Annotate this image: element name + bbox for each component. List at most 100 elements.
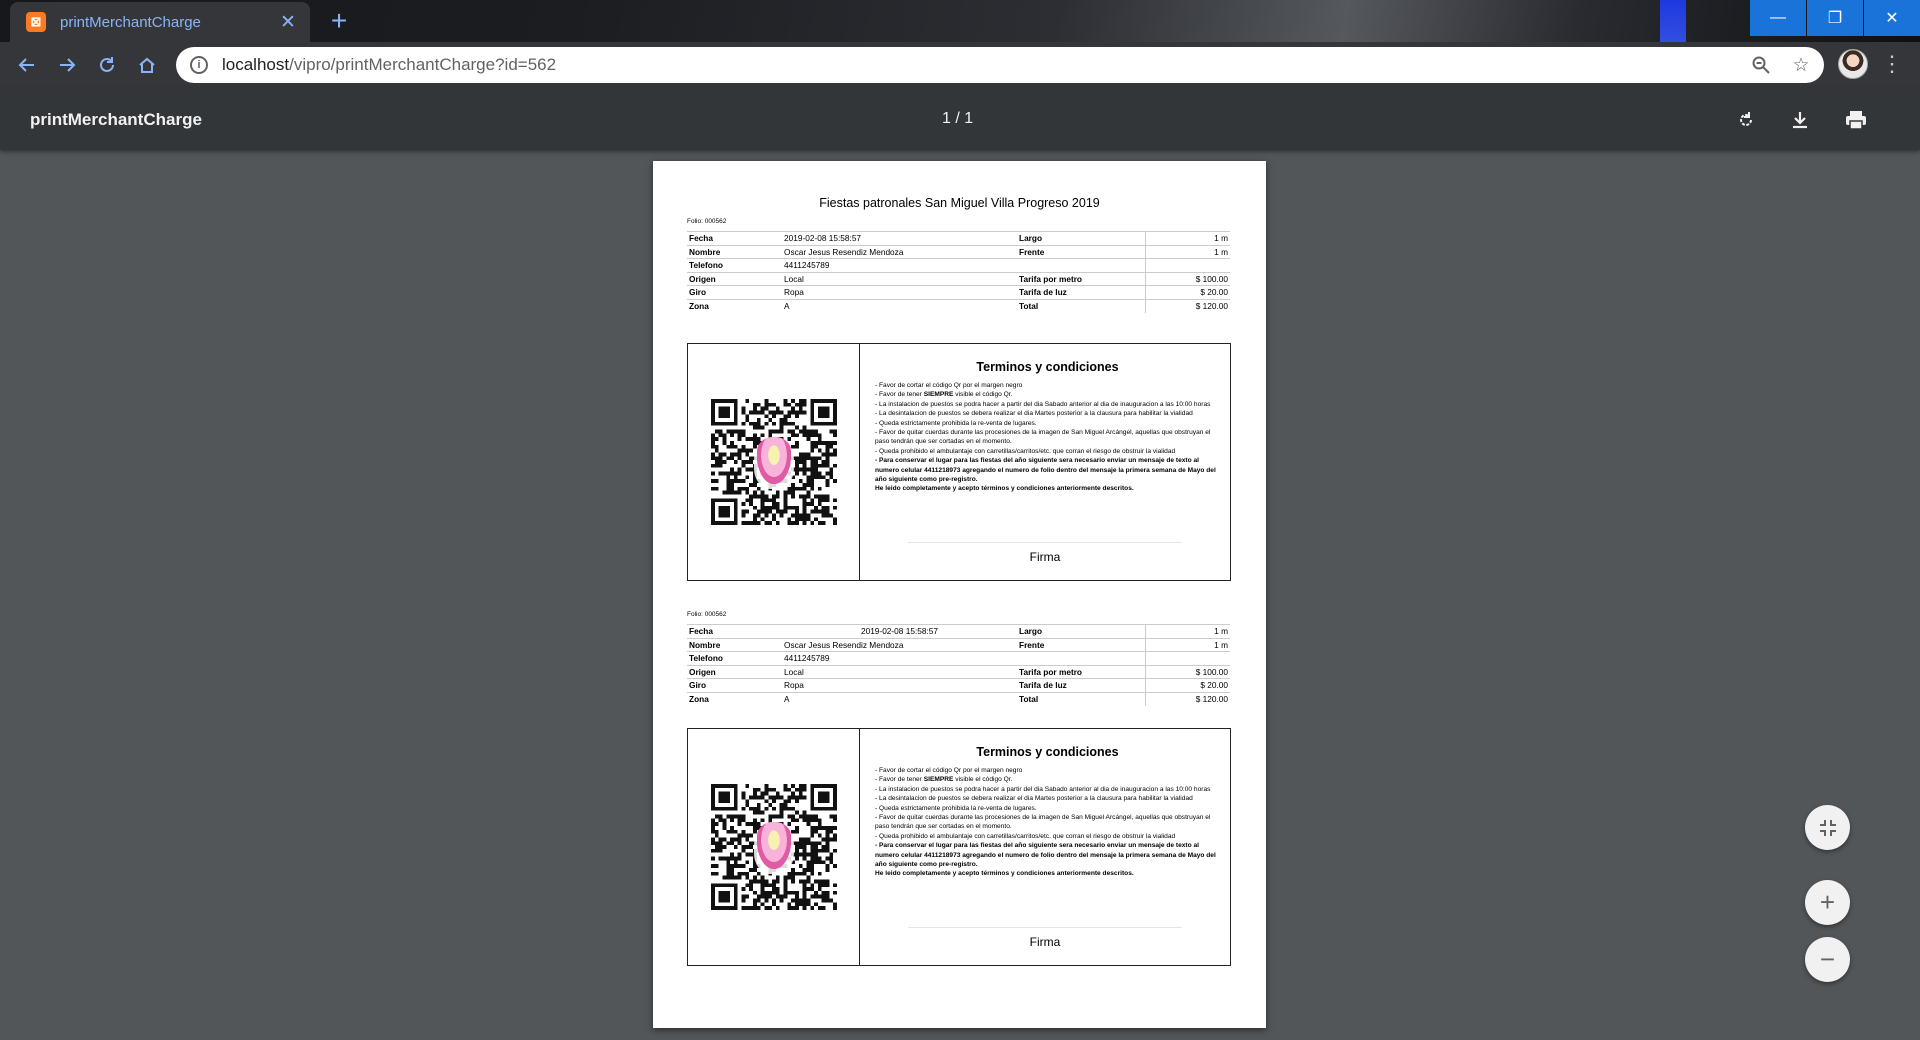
qr-logo-image xyxy=(753,437,794,489)
browser-tab[interactable]: ⊠ printMerchantCharge ✕ xyxy=(10,2,310,42)
row-label: Origen xyxy=(687,271,782,286)
terms-title: Terminos y condiciones xyxy=(976,360,1119,374)
terms-line: - Favor de tener SIEMPRE visible el códi… xyxy=(875,775,1220,784)
restore-icon[interactable]: ❐ xyxy=(1807,0,1863,36)
table-row: Origen Local Tarifa por metro $ 100.00 xyxy=(687,271,1230,286)
terms-emphasis: SIEMPRE xyxy=(923,391,954,399)
row-value: 4411245789 xyxy=(782,258,1017,272)
terms-line: - La desintalacion de puestos se debera … xyxy=(875,795,1193,803)
table-row: Telefono 4411245789 xyxy=(687,258,1230,272)
row-label-2: Total xyxy=(1017,298,1145,313)
profile-avatar[interactable] xyxy=(1838,49,1868,79)
terms-title: Terminos y condiciones xyxy=(976,745,1119,759)
table-row: Fecha 2019-02-08 15:58:57 Largo 1 m xyxy=(687,624,1230,638)
row-label: Zona xyxy=(687,691,782,706)
terms-list: - Favor de cortar el código Qr por el ma… xyxy=(875,381,1220,494)
signature-line xyxy=(908,927,1182,928)
home-icon[interactable] xyxy=(132,50,162,80)
terms-line: - Favor de tener SIEMPRE visible el códi… xyxy=(875,390,1220,399)
terms-line: He leido completamente y acepto términos… xyxy=(875,870,1134,878)
url-text[interactable]: localhost/vipro/printMerchantCharge?id=5… xyxy=(222,55,1744,75)
minimize-icon[interactable]: — xyxy=(1750,0,1806,36)
terms-line: - Queda estrictamente prohibida la re-ve… xyxy=(875,419,1037,427)
row-label: Origen xyxy=(687,664,782,679)
terms-line: - Queda estrictamente prohibida la re-ve… xyxy=(875,804,1037,812)
rotate-icon[interactable] xyxy=(1729,103,1763,137)
terms-cell: Terminos y condiciones - Favor de cortar… xyxy=(860,344,1230,580)
row-value-2 xyxy=(1144,258,1230,272)
row-value: Ropa xyxy=(782,678,1017,692)
signature-label: Firma xyxy=(1029,550,1061,564)
row-value: Ropa xyxy=(782,285,1017,299)
qr-cell xyxy=(688,729,860,965)
bookmark-star-icon[interactable]: ☆ xyxy=(1784,48,1818,82)
terms-line: - La desintalacion de puestos se debera … xyxy=(875,410,1193,418)
reload-icon[interactable] xyxy=(92,50,122,80)
row-value: 2019-02-08 15:58:57 xyxy=(782,231,1017,245)
row-label: Telefono xyxy=(687,258,782,272)
zoom-icon[interactable] xyxy=(1744,48,1778,82)
pdf-viewer-toolbar: printMerchantCharge 1 / 1 xyxy=(0,89,1920,150)
table-row: Zona A Total $ 120.00 xyxy=(687,298,1230,313)
site-info-icon[interactable]: i xyxy=(190,56,208,74)
row-label-2: Frente xyxy=(1017,637,1145,652)
folio-label: Folio: 000562 xyxy=(687,218,727,225)
address-bar[interactable]: i localhost/vipro/printMerchantCharge?id… xyxy=(176,47,1824,83)
row-value-2: 1 m xyxy=(1144,637,1230,652)
row-value: Local xyxy=(782,664,1017,679)
table-row: Nombre Oscar Jesus Resendiz Mendoza Frente… xyxy=(687,244,1230,259)
signature-line xyxy=(908,542,1182,543)
row-label-2 xyxy=(1017,651,1145,665)
row-label-2: Total xyxy=(1017,691,1145,706)
qr-logo-image xyxy=(753,822,794,874)
print-icon[interactable] xyxy=(1839,103,1873,137)
row-value: Local xyxy=(782,271,1017,286)
table-row: Fecha 2019-02-08 15:58:57 Largo 1 m xyxy=(687,231,1230,245)
terms-line: - Para conservar el lugar para las fiest… xyxy=(875,457,1216,484)
download-icon[interactable] xyxy=(1783,103,1817,137)
browser-toolbar: i localhost/vipro/printMerchantCharge?id… xyxy=(0,42,1920,89)
terms-line: - Favor de quitar cuerdas durante las pr… xyxy=(875,814,1211,831)
row-label-2: Tarifa de luz xyxy=(1017,678,1145,692)
terms-line: - Favor de cortar el código Qr por el ma… xyxy=(875,767,1023,774)
merchant-info-table: Fecha 2019-02-08 15:58:57 Largo 1 m Nombre Os… xyxy=(687,624,1230,706)
zoom-in-button[interactable]: + xyxy=(1805,880,1850,925)
terms-line: - La instalacion de puestos se podra hac… xyxy=(875,400,1211,408)
row-label-2 xyxy=(1017,258,1145,272)
fit-page-button[interactable] xyxy=(1805,805,1850,850)
table-row: Telefono 4411245789 xyxy=(687,651,1230,665)
row-label: Zona xyxy=(687,298,782,313)
pdf-page: Fiestas patronales San Miguel Villa Prog… xyxy=(653,161,1266,1028)
forward-arrow-icon[interactable] xyxy=(52,50,82,80)
terms-line: - Favor de quitar cuerdas durante las pr… xyxy=(875,429,1211,446)
terms-text: visible el código Qr. xyxy=(953,391,1013,399)
row-label: Telefono xyxy=(687,651,782,665)
page-indicator: 1 / 1 xyxy=(942,110,974,127)
new-tab-icon[interactable]: + xyxy=(324,6,354,36)
table-row: Zona A Total $ 120.00 xyxy=(687,691,1230,706)
row-value-2: 1 m xyxy=(1144,244,1230,259)
row-value: Oscar Jesus Resendiz Mendoza xyxy=(782,244,1017,259)
close-tab-icon[interactable]: ✕ xyxy=(278,11,298,34)
table-row: Origen Local Tarifa por metro $ 100.00 xyxy=(687,664,1230,679)
terms-line: - Queda prohibido el ambulantaje con car… xyxy=(875,447,1176,455)
close-window-icon[interactable]: ✕ xyxy=(1864,0,1920,36)
row-value: A xyxy=(782,691,1017,706)
back-arrow-icon[interactable] xyxy=(12,50,42,80)
qr-code xyxy=(710,784,837,910)
browser-menu-icon[interactable]: ⋮ xyxy=(1880,50,1904,80)
table-row: Giro Ropa Tarifa de luz $ 20.00 xyxy=(687,678,1230,692)
ticket-box: Terminos y condiciones - Favor de cortar… xyxy=(687,343,1231,581)
row-label: Giro xyxy=(687,285,782,299)
zoom-out-button[interactable]: − xyxy=(1805,937,1850,982)
row-value-2: $ 100.00 xyxy=(1144,271,1230,286)
row-value: Oscar Jesus Resendiz Mendoza xyxy=(782,637,1017,652)
table-row: Giro Ropa Tarifa de luz $ 20.00 xyxy=(687,285,1230,299)
ticket-box: Terminos y condiciones - Favor de cortar… xyxy=(687,728,1231,966)
row-value-2: 1 m xyxy=(1144,231,1230,245)
row-label: Nombre xyxy=(687,244,782,259)
qr-code xyxy=(710,399,837,525)
row-label: Nombre xyxy=(687,637,782,652)
terms-line: - Queda prohibido el ambulantaje con car… xyxy=(875,832,1176,840)
folio-label: Folio: 000562 xyxy=(687,611,727,618)
